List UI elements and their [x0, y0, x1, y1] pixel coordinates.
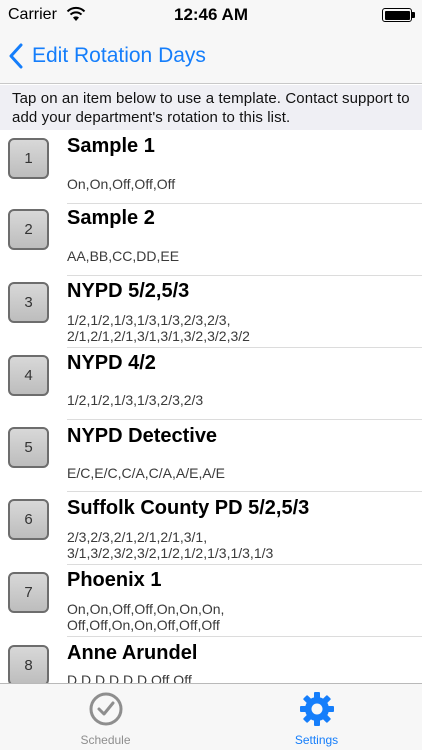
template-number-badge: 6 — [8, 499, 49, 540]
tab-schedule[interactable]: Schedule — [0, 684, 211, 750]
template-title: Sample 1 — [67, 135, 155, 157]
template-number-badge: 5 — [8, 427, 49, 468]
template-title: NYPD 4/2 — [67, 352, 156, 374]
template-number-badge: 2 — [8, 209, 49, 250]
back-button[interactable]: Edit Rotation Days — [8, 40, 206, 72]
clock-time: 12:46 AM — [173, 5, 248, 24]
chevron-left-icon — [9, 43, 23, 69]
template-number-badge: 8 — [8, 645, 49, 683]
template-pattern: AA,BB,CC,DD,EE — [67, 248, 180, 264]
tab-settings-label: Settings — [294, 733, 339, 747]
battery-icon — [382, 8, 415, 22]
template-row-2[interactable]: 2 Sample 2 AA,BB,CC,DD,EE — [0, 203, 422, 276]
template-row-3[interactable]: 3 NYPD 5/2,5/3 1/2,1/2,1/3,1/3,1/3,2/3,2… — [0, 275, 422, 348]
template-pattern: E/C,E/C,C/A,C/A,A/E,A/E — [67, 465, 225, 481]
template-pattern: On,On,Off,Off,On,On,On, Off,Off,On,On,Of… — [67, 601, 225, 633]
template-row-8[interactable]: 8 Anne Arundel D,D,D,D,D,D,Off,Off — [0, 636, 422, 683]
template-pattern: 1/2,1/2,1/3,1/3,1/3,2/3,2/3, 2/1,2/1,2/1… — [67, 312, 250, 344]
template-row-7[interactable]: 7 Phoenix 1 On,On,Off,Off,On,On,On, Off,… — [0, 564, 422, 637]
template-title: Anne Arundel — [67, 642, 198, 664]
template-number-badge: 4 — [8, 355, 49, 396]
template-row-1[interactable]: 1 Sample 1 On,On,Off,Off,Off — [0, 131, 422, 204]
template-pattern: On,On,Off,Off,Off — [67, 176, 176, 192]
back-button-label: Edit Rotation Days — [32, 44, 206, 67]
status-bar: Carrier 12:46 AM — [0, 0, 422, 30]
template-row-4[interactable]: 4 NYPD 4/2 1/2,1/2,1/3,1/3,2/3,2/3 — [0, 347, 422, 420]
template-pattern: 1/2,1/2,1/3,1/3,2/3,2/3 — [67, 392, 204, 408]
template-title: NYPD Detective — [67, 425, 218, 447]
navigation-bar: Edit Rotation Days — [0, 30, 422, 84]
template-number-badge: 3 — [8, 282, 49, 323]
template-number-badge: 7 — [8, 572, 49, 613]
tab-bar: Schedule Settings — [0, 683, 422, 750]
template-list: 1 Sample 1 On,On,Off,Off,Off 2 Sample 2 … — [0, 131, 422, 683]
gear-icon — [299, 692, 334, 726]
template-title: NYPD 5/2,5/3 — [67, 280, 190, 302]
clock-check-icon — [89, 692, 122, 726]
template-pattern: 2/3,2/3,2/1,2/1,2/1,3/1, 3/1,3/2,3/2,3/2… — [67, 529, 274, 561]
tab-settings[interactable]: Settings — [211, 684, 422, 750]
tab-schedule-label: Schedule — [80, 733, 131, 747]
template-title: Phoenix 1 — [67, 569, 162, 591]
template-pattern: D,D,D,D,D,D,Off,Off — [67, 672, 192, 683]
template-number-badge: 1 — [8, 138, 49, 179]
template-row-5[interactable]: 5 NYPD Detective E/C,E/C,C/A,C/A,A/E,A/E — [0, 419, 422, 492]
template-row-6[interactable]: 6 Suffolk County PD 5/2,5/3 2/3,2/3,2/1,… — [0, 492, 422, 565]
instructions-text: Tap on an item below to use a template. … — [0, 85, 422, 130]
template-title: Suffolk County PD 5/2,5/3 — [67, 497, 310, 519]
template-title: Sample 2 — [67, 207, 155, 229]
